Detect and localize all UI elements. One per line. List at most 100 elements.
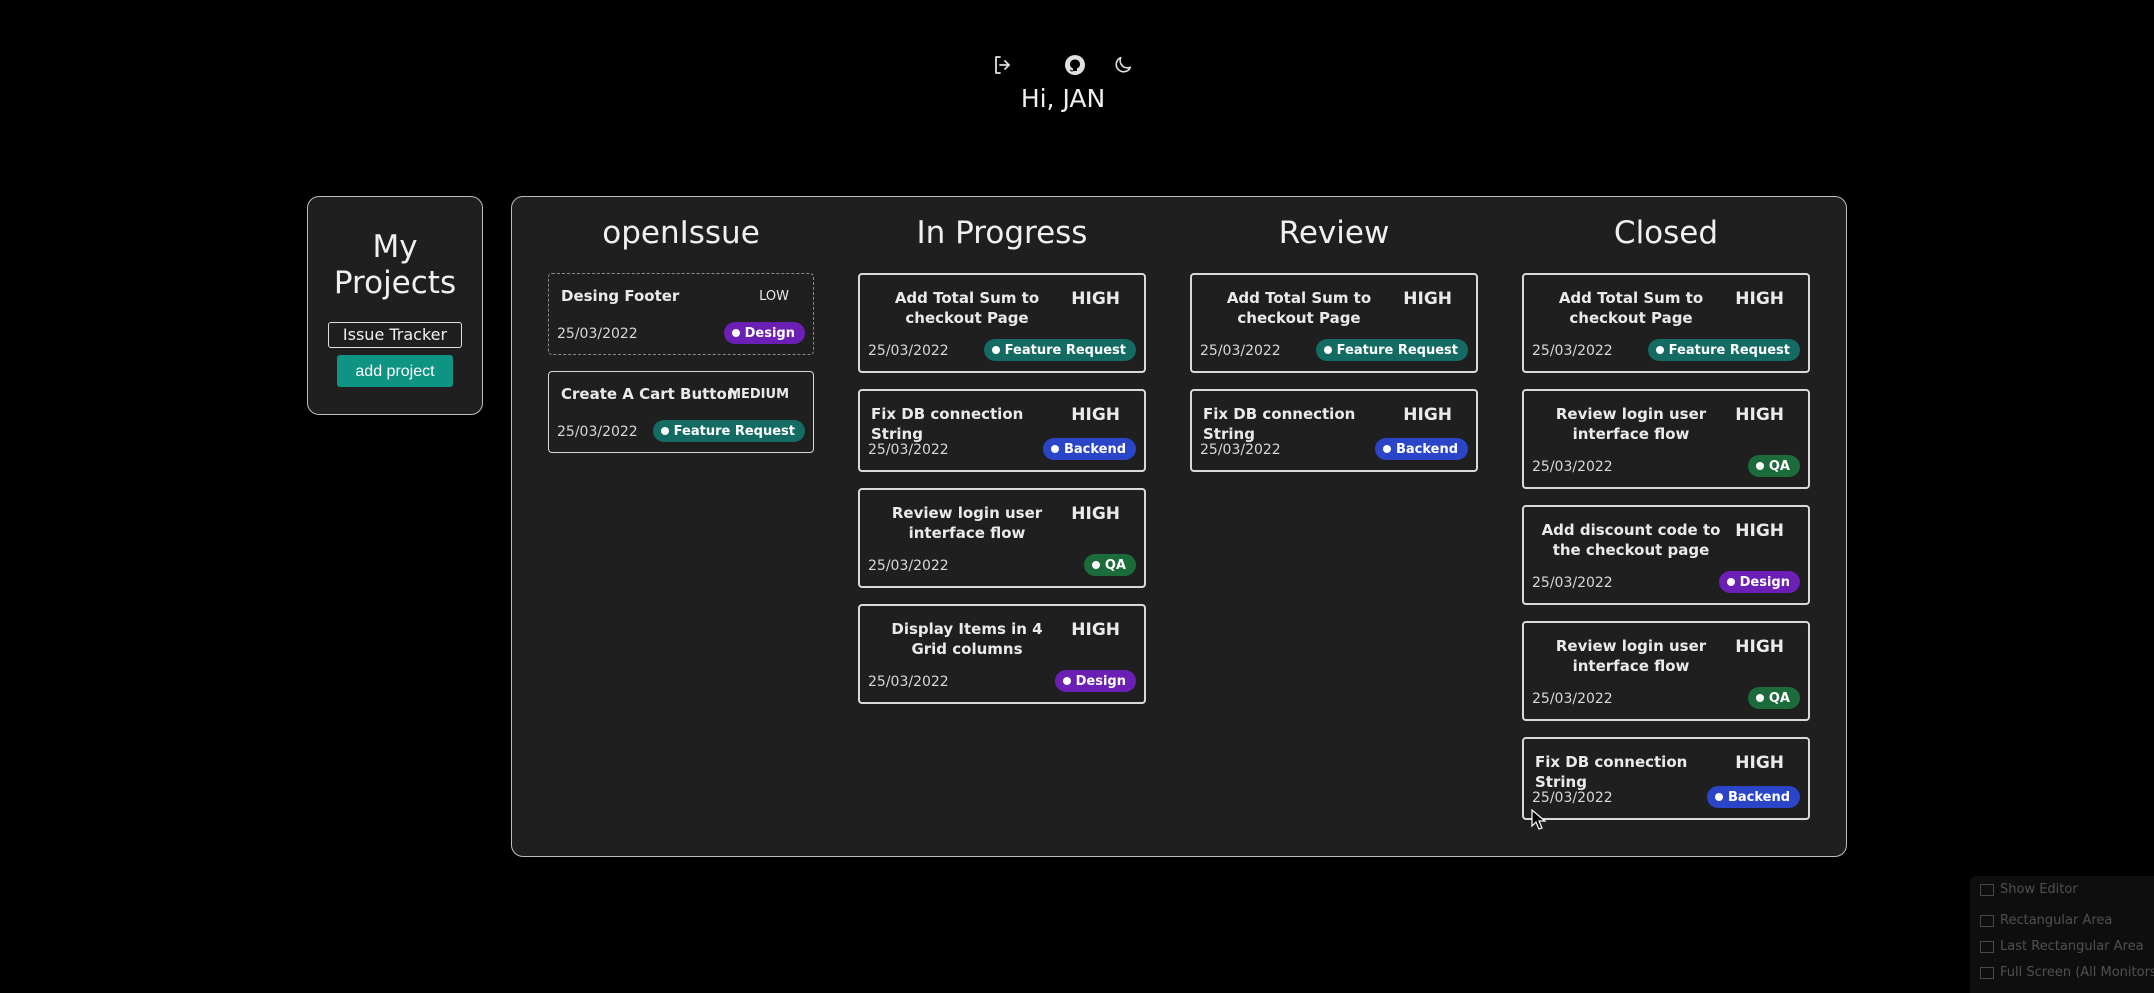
tag-label: Design bbox=[744, 325, 795, 341]
issue-card[interactable]: Add Total Sum to checkout Page HIGH 25/0… bbox=[1190, 273, 1478, 373]
projects-panel: My Projects Issue Tracker add project bbox=[307, 196, 483, 415]
issue-card[interactable]: Review login user interface flow HIGH 25… bbox=[1522, 389, 1810, 489]
monitor-icon bbox=[1980, 967, 1994, 979]
tag-badge: Backend bbox=[1042, 438, 1136, 460]
card-date: 25/03/2022 bbox=[868, 674, 949, 690]
column-title: In Progress bbox=[916, 215, 1088, 251]
tool-menu-item[interactable]: Rectangular Area bbox=[2000, 913, 2112, 928]
issue-card[interactable]: Review login user interface flow HIGH 25… bbox=[858, 488, 1146, 588]
tag-label: Feature Request bbox=[1004, 342, 1126, 358]
priority-label: LOW bbox=[759, 289, 789, 304]
column-title: openIssue bbox=[602, 215, 760, 251]
card-date: 25/03/2022 bbox=[1532, 343, 1613, 359]
priority-label: HIGH bbox=[1735, 521, 1784, 541]
priority-label: HIGH bbox=[1403, 289, 1452, 309]
issue-card[interactable]: Add Total Sum to checkout Page HIGH 25/0… bbox=[858, 273, 1146, 373]
dot-icon bbox=[1323, 346, 1332, 354]
priority-label: HIGH bbox=[1735, 405, 1784, 425]
issue-card[interactable]: Fix DB connection String HIGH 25/03/2022… bbox=[1190, 389, 1478, 472]
issue-card[interactable]: Create A Cart Button MEDIUM 25/03/2022 F… bbox=[548, 371, 814, 453]
card-date: 25/03/2022 bbox=[868, 343, 949, 359]
tool-menu-item[interactable]: Full Screen (All Monitors) bbox=[2000, 965, 2154, 980]
priority-label: HIGH bbox=[1071, 405, 1120, 425]
card-title: Desing Footer bbox=[561, 287, 680, 305]
priority-label: HIGH bbox=[1071, 620, 1120, 640]
tag-badge: QA bbox=[1747, 455, 1800, 477]
column-title: Closed bbox=[1613, 215, 1719, 251]
editor-icon bbox=[1980, 884, 1994, 896]
tag-label: QA bbox=[1768, 690, 1790, 706]
card-date: 25/03/2022 bbox=[1532, 459, 1613, 475]
dot-icon bbox=[1050, 445, 1059, 453]
card-title: Review login user interface flow bbox=[891, 504, 1043, 542]
tag-badge: Backend bbox=[1706, 786, 1800, 808]
tool-menu-item[interactable]: Last Rectangular Area bbox=[2000, 939, 2144, 954]
moon-icon[interactable] bbox=[1108, 50, 1138, 80]
tag-badge: QA bbox=[1083, 554, 1136, 576]
tag-badge: Feature Request bbox=[983, 339, 1136, 361]
tag-badge: Feature Request bbox=[1647, 339, 1800, 361]
tag-label: Backend bbox=[1063, 441, 1126, 457]
card-title: Fix DB connection String bbox=[1535, 753, 1688, 791]
issue-card[interactable]: Review login user interface flow HIGH 25… bbox=[1522, 621, 1810, 721]
add-project-button[interactable]: add project bbox=[337, 355, 453, 387]
card-date: 25/03/2022 bbox=[1532, 575, 1613, 591]
priority-label: HIGH bbox=[1403, 405, 1452, 425]
card-title: Add Total Sum to checkout Page bbox=[1558, 289, 1704, 327]
dot-icon bbox=[991, 346, 1000, 354]
priority-label: MEDIUM bbox=[728, 387, 789, 402]
logout-icon[interactable] bbox=[988, 50, 1018, 80]
card-date: 25/03/2022 bbox=[557, 424, 638, 440]
issue-card[interactable]: Desing Footer LOW 25/03/2022 Design bbox=[548, 273, 814, 355]
header: Hi, JAN bbox=[0, 0, 2154, 140]
tag-badge: Feature Request bbox=[652, 420, 805, 442]
tag-badge: Design bbox=[1054, 670, 1136, 692]
greeting: Hi, JAN bbox=[1020, 84, 1106, 113]
tag-badge: Backend bbox=[1374, 438, 1468, 460]
dot-icon bbox=[1755, 694, 1764, 702]
tag-label: Backend bbox=[1395, 441, 1458, 457]
priority-label: HIGH bbox=[1735, 753, 1784, 773]
card-date: 25/03/2022 bbox=[557, 326, 638, 342]
mouse-cursor-icon bbox=[1531, 808, 1547, 835]
issue-card[interactable]: Fix DB connection String HIGH 25/03/2022… bbox=[858, 389, 1146, 472]
dot-icon bbox=[1655, 346, 1664, 354]
card-title: Fix DB connection String bbox=[1203, 405, 1356, 443]
card-title: Display Items in 4 Grid columns bbox=[891, 620, 1043, 658]
dot-icon bbox=[1714, 793, 1723, 801]
tag-label: Design bbox=[1075, 673, 1126, 689]
card-title: Fix DB connection String bbox=[871, 405, 1024, 443]
priority-label: HIGH bbox=[1735, 637, 1784, 657]
project-item-issue-tracker[interactable]: Issue Tracker bbox=[328, 322, 462, 348]
projects-title: My Projects bbox=[333, 229, 457, 301]
card-title: Add discount code to the checkout page bbox=[1541, 521, 1721, 559]
dot-icon bbox=[1091, 561, 1100, 569]
issue-card[interactable]: Add Total Sum to checkout Page HIGH 25/0… bbox=[1522, 273, 1810, 373]
tool-menu-item[interactable]: Show Editor bbox=[2000, 882, 2078, 897]
priority-label: HIGH bbox=[1071, 504, 1120, 524]
tag-badge: Feature Request bbox=[1315, 339, 1468, 361]
priority-label: HIGH bbox=[1735, 289, 1784, 309]
card-title: Add Total Sum to checkout Page bbox=[1226, 289, 1372, 327]
card-title: Review login user interface flow bbox=[1555, 405, 1707, 443]
tag-label: Design bbox=[1739, 574, 1790, 590]
tag-badge: Design bbox=[1718, 571, 1800, 593]
dot-icon bbox=[660, 427, 669, 435]
issue-card[interactable]: Display Items in 4 Grid columns HIGH 25/… bbox=[858, 604, 1146, 704]
tag-label: QA bbox=[1104, 557, 1126, 573]
dot-icon bbox=[731, 329, 740, 337]
tag-badge: QA bbox=[1747, 687, 1800, 709]
dot-icon bbox=[1726, 578, 1735, 586]
tag-label: Feature Request bbox=[1336, 342, 1458, 358]
dot-icon bbox=[1755, 462, 1764, 470]
issue-card[interactable]: Add discount code to the checkout page H… bbox=[1522, 505, 1810, 605]
kanban-board: openIssue Desing Footer LOW 25/03/2022 D… bbox=[511, 196, 1847, 857]
card-title: Review login user interface flow bbox=[1555, 637, 1707, 675]
issue-card[interactable]: Fix DB connection String HIGH 25/03/2022… bbox=[1522, 737, 1810, 820]
github-icon[interactable] bbox=[1060, 50, 1090, 80]
tag-label: Feature Request bbox=[673, 423, 795, 439]
tag-label: Backend bbox=[1727, 789, 1790, 805]
tag-label: Feature Request bbox=[1668, 342, 1790, 358]
dot-icon bbox=[1382, 445, 1391, 453]
card-date: 25/03/2022 bbox=[1532, 790, 1613, 806]
